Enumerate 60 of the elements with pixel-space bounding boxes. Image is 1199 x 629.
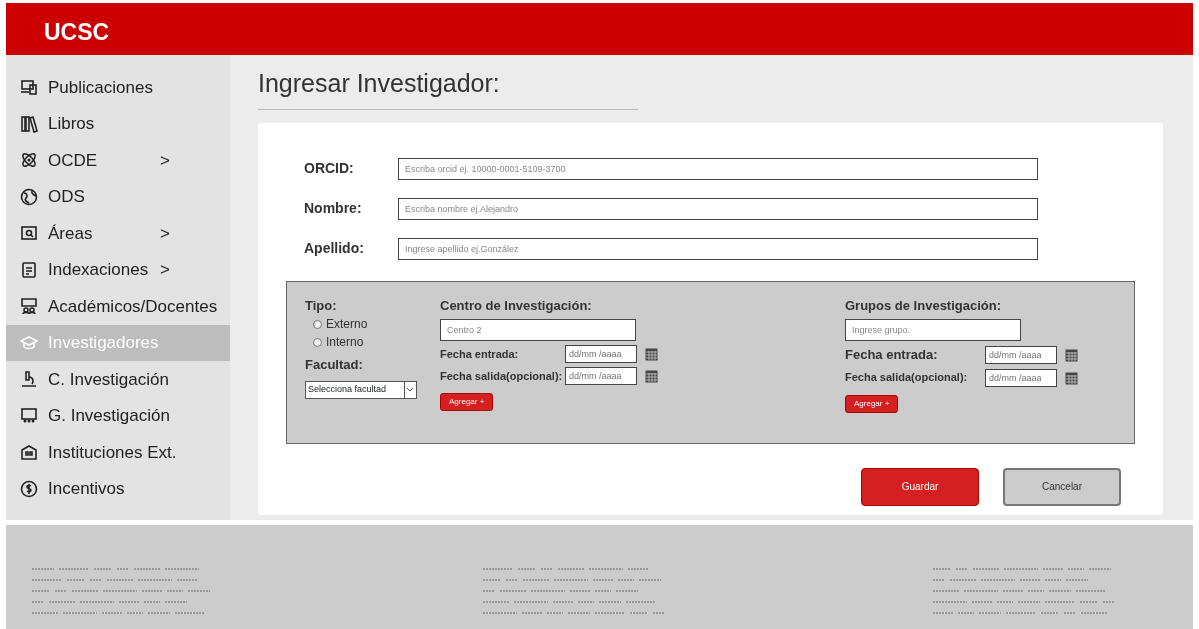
- microscope-icon: [20, 370, 38, 389]
- section-heading: Grupos de Investigación:: [845, 296, 1003, 315]
- document-icon: [20, 260, 38, 279]
- calendar-icon[interactable]: [1065, 347, 1078, 362]
- date-field[interactable]: dd/mm /aaaa: [565, 345, 637, 363]
- dollar-coin-icon: [20, 479, 38, 498]
- sidebar-item[interactable]: Incentivos: [6, 470, 230, 507]
- field-label: Fecha entrada:: [845, 346, 939, 364]
- input-field[interactable]: Ingrese apellido ej.González: [398, 237, 1038, 260]
- field-label: Fecha entrada:: [440, 346, 520, 362]
- chevron-icon: >: [160, 257, 170, 283]
- globe-icon: [20, 187, 38, 206]
- atom-icon: [20, 151, 38, 170]
- radio-option[interactable]: Interno: [305, 333, 440, 351]
- date-field[interactable]: dd/mm /aaaa: [985, 345, 1057, 364]
- field-label: Apellido:: [303, 239, 365, 258]
- add-button[interactable]: Agregar +: [440, 393, 494, 411]
- cancel-button[interactable]: Cancelar: [1003, 467, 1121, 506]
- input-field[interactable]: Escriba nombre ej.Alejandro: [398, 197, 1038, 220]
- graduation-cap-icon: [20, 333, 38, 352]
- date-field[interactable]: dd/mm /aaaa: [985, 368, 1057, 387]
- people-board-icon: [20, 406, 38, 425]
- radio-option[interactable]: Externo: [305, 315, 440, 333]
- building-icon: [20, 443, 38, 462]
- calendar-icon[interactable]: [1065, 370, 1078, 385]
- sidebar-item[interactable]: Instituciones Ext.: [6, 434, 230, 471]
- sidebar-item[interactable]: Áreas >: [6, 215, 230, 252]
- books-icon: [20, 114, 38, 133]
- sidebar-item[interactable]: Publicaciones: [6, 69, 230, 106]
- field-label: ORCID:: [303, 159, 355, 178]
- section-heading: Centro de Investigación:: [440, 296, 593, 315]
- save-button[interactable]: Guardar: [861, 467, 979, 506]
- date-field[interactable]: dd/mm /aaaa: [565, 367, 637, 385]
- sidebar-item[interactable]: Indexaciones >: [6, 251, 230, 288]
- calendar-icon[interactable]: [645, 369, 658, 383]
- input-field[interactable]: Ingrese grupo.: [845, 319, 1021, 341]
- devices-icon: [20, 78, 38, 97]
- field-label: Facultad:: [305, 356, 364, 374]
- field-label: Nombre:: [303, 199, 363, 218]
- folder-search-icon: [20, 224, 38, 243]
- sidebar-item[interactable]: Académicos/Docentes: [6, 288, 230, 325]
- page-title: Ingresar Investigador:: [258, 65, 638, 110]
- sidebar-item[interactable]: G. Investigación: [6, 397, 230, 434]
- sidebar-item[interactable]: OCDE >: [6, 142, 230, 179]
- input-field[interactable]: Escriba orcid ej. 10000-0001-5109-3700: [398, 157, 1038, 180]
- sidebar-item[interactable]: C. Investigación: [6, 361, 230, 398]
- caret-icon[interactable]: [404, 380, 416, 399]
- field-label: Fecha salida(opcional):: [440, 368, 564, 384]
- chevron-icon: >: [160, 147, 170, 173]
- header-title: UCSC: [6, 3, 1193, 55]
- select-field[interactable]: Selecciona facultad: [305, 380, 417, 399]
- sidebar-item[interactable]: Libros: [6, 105, 230, 142]
- add-button[interactable]: Agregar +: [845, 394, 899, 413]
- field-label: Fecha salida(opcional):: [845, 370, 969, 386]
- field-label: Tipo:: [305, 296, 338, 315]
- teacher-icon: [20, 297, 38, 316]
- chevron-icon: >: [160, 220, 170, 246]
- input-field[interactable]: Centro 2: [440, 319, 636, 341]
- calendar-icon[interactable]: [645, 347, 658, 361]
- sidebar-item[interactable]: ODS: [6, 178, 230, 215]
